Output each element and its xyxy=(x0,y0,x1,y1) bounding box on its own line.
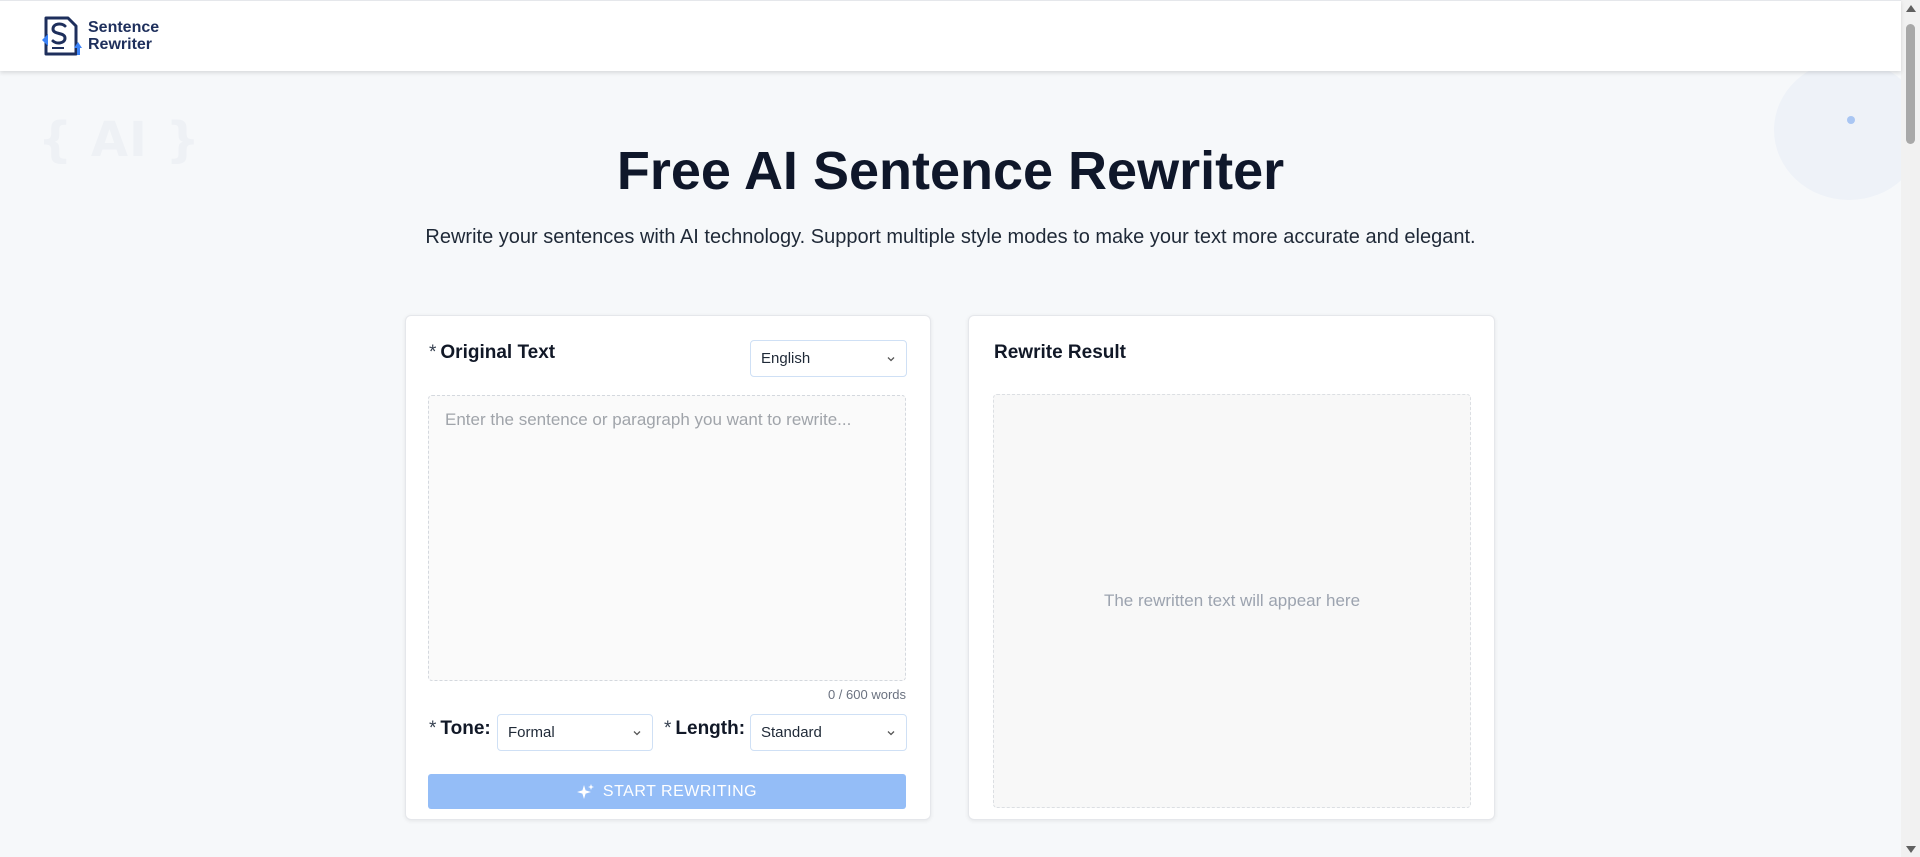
word-count: 0 / 600 words xyxy=(827,687,906,702)
brand-name-line2: Rewriter xyxy=(88,36,153,53)
required-mark: * xyxy=(429,718,437,739)
original-text-panel: * Original Text English Enter the sentenc… xyxy=(405,315,931,820)
brand-name: Sentence Rewriter xyxy=(88,19,159,53)
textarea-placeholder: Enter the sentence or paragraph you want… xyxy=(445,410,852,429)
tone-label-text: Tone: xyxy=(440,718,491,739)
required-mark: * xyxy=(429,342,437,363)
tone-select[interactable]: Formal xyxy=(497,714,653,751)
chevron-down-icon xyxy=(887,356,895,361)
brand-logo-link[interactable]: Sentence Rewriter xyxy=(40,14,159,58)
sparkle-icon xyxy=(576,783,594,799)
original-text-label: * Original Text xyxy=(429,342,555,364)
tone-label: * Tone: xyxy=(429,718,491,740)
document-s-logo-icon xyxy=(42,16,82,56)
scroll-down-arrow-icon[interactable] xyxy=(1906,846,1916,853)
start-rewriting-button[interactable]: START REWRITING xyxy=(428,774,906,809)
page-scrollbar[interactable] xyxy=(1901,0,1920,857)
length-label-text: Length: xyxy=(675,718,746,739)
length-select-value: Standard xyxy=(761,724,822,741)
rewrite-result-panel: Rewrite Result The rewritten text will a… xyxy=(968,315,1495,820)
result-placeholder: The rewritten text will appear here xyxy=(1103,591,1361,610)
start-rewriting-label: START REWRITING xyxy=(602,782,758,800)
rewrite-result-title: Rewrite Result xyxy=(994,342,1126,363)
chevron-down-icon xyxy=(887,730,895,735)
scrollbar-thumb[interactable] xyxy=(1906,24,1915,144)
original-text-input[interactable]: Enter the sentence or paragraph you want… xyxy=(428,395,906,681)
chevron-down-icon xyxy=(633,730,641,735)
rewrite-result-output: The rewritten text will appear here xyxy=(993,394,1471,808)
brand-name-line1: Sentence xyxy=(88,19,160,36)
original-text-title: Original Text xyxy=(440,342,556,363)
page-title: Free AI Sentence Rewriter xyxy=(616,141,1285,201)
length-label: * Length: xyxy=(664,718,745,740)
tone-select-value: Formal xyxy=(508,724,555,741)
language-select[interactable]: English xyxy=(750,340,907,377)
page-subtitle: Rewrite your sentences with AI technolog… xyxy=(425,226,1476,248)
decorative-dot xyxy=(1847,116,1855,124)
length-select[interactable]: Standard xyxy=(750,714,907,751)
top-header: Sentence Rewriter xyxy=(0,0,1901,71)
required-mark: * xyxy=(664,718,672,739)
scroll-up-arrow-icon[interactable] xyxy=(1906,5,1916,12)
language-select-value: English xyxy=(761,350,811,367)
